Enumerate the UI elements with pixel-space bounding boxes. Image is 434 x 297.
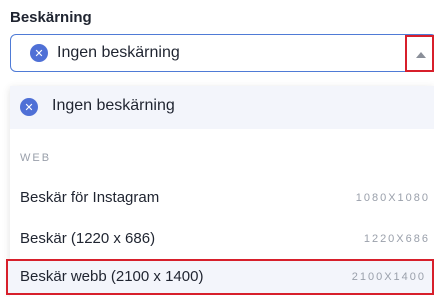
menu-option-webb-2100x1400[interactable]: Beskär webb (2100 x 1400) 2100X1400 [6,259,434,295]
menu-option-size: 2100X1400 [351,271,426,283]
menu-option-label: Beskär för Instagram [20,189,160,206]
clear-icon: ✕ [20,98,38,116]
menu-option-no-crop[interactable]: ✕ Ingen beskärning [10,86,434,129]
menu-option-1220x686[interactable]: Beskär (1220 x 686) 1220X686 [10,221,434,257]
menu-option-instagram[interactable]: Beskär för Instagram 1080X1080 [10,180,434,216]
menu-option-label: Ingen beskärning [52,97,175,114]
crop-select[interactable]: ✕ Ingen beskärning [10,34,434,72]
menu-group-label: WEB [20,152,52,164]
crop-field-label: Beskärning [10,9,92,26]
crop-select-value: Ingen beskärning [57,44,180,61]
menu-option-label: Beskär webb (2100 x 1400) [20,268,204,285]
dropdown-toggle-button[interactable] [405,35,434,72]
menu-option-size: 1080X1080 [355,192,430,204]
caret-up-icon [416,52,426,58]
clear-selection-icon[interactable]: ✕ [30,44,48,62]
crop-dropdown-menu: ✕ Ingen beskärning WEB Beskär för Instag… [6,86,434,297]
menu-option-label: Beskär (1220 x 686) [20,230,156,247]
menu-option-size: 1220X686 [363,233,430,245]
